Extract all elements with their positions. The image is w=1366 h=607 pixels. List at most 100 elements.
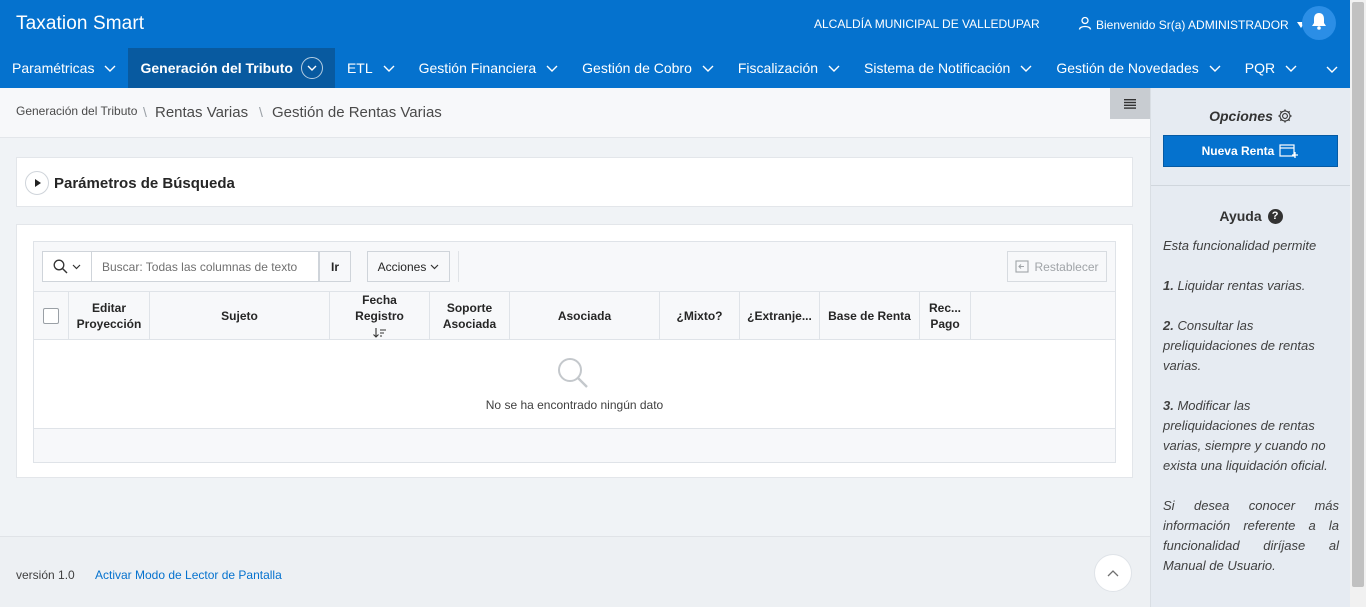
nav-item-generacion-tributo[interactable]: Generación del Tributo bbox=[128, 48, 335, 88]
nav-item-parametricas[interactable]: Paramétricas bbox=[0, 48, 128, 88]
nav-overflow-button[interactable] bbox=[1326, 62, 1338, 78]
sidebar-divider bbox=[1151, 185, 1351, 186]
reset-button[interactable]: Restablecer bbox=[1007, 251, 1107, 282]
chevron-down-icon bbox=[104, 65, 116, 72]
chevron-down-icon bbox=[1326, 66, 1338, 73]
search-parameters-region: Parámetros de Búsqueda bbox=[16, 157, 1133, 207]
breadcrumb: Generación del Tributo \ Rentas Varias \… bbox=[0, 88, 1150, 138]
help-item: 3. Modificar las preliquidaciones de ren… bbox=[1163, 396, 1339, 476]
notifications-button[interactable] bbox=[1302, 6, 1336, 40]
help-item-text: Liquidar rentas varias. bbox=[1177, 278, 1306, 293]
go-button[interactable]: Ir bbox=[319, 251, 351, 282]
interactive-report: Buscar: Todas las columnas de texto Ir A… bbox=[33, 241, 1116, 463]
nav-item-pqr[interactable]: PQR bbox=[1233, 48, 1309, 88]
help-item-text: Consultar las preliquidaciones de rentas… bbox=[1163, 318, 1315, 373]
reset-label: Restablecer bbox=[1034, 259, 1099, 274]
nav-item-gestion-financiera[interactable]: Gestión Financiera bbox=[407, 48, 571, 88]
help-text: Esta funcionalidad permite 1. Liquidar r… bbox=[1163, 236, 1339, 596]
chevron-down-icon bbox=[1209, 65, 1221, 72]
report-toolbar: Buscar: Todas las columnas de texto Ir A… bbox=[34, 242, 1115, 292]
column-header-sorted[interactable]: Fecha Registro bbox=[330, 292, 430, 340]
help-icon: ? bbox=[1267, 208, 1283, 224]
column-header[interactable]: ¿Extranje... bbox=[740, 292, 820, 340]
back-to-top-button[interactable] bbox=[1094, 554, 1132, 592]
nav-label: Paramétricas bbox=[12, 60, 95, 76]
chevron-down-icon bbox=[300, 57, 323, 79]
search-column-selector[interactable] bbox=[42, 251, 92, 282]
help-footer: Si desea conocer más información referen… bbox=[1163, 498, 1339, 573]
nav-item-sistema-notificacion[interactable]: Sistema de Notificación bbox=[852, 48, 1044, 88]
column-header[interactable]: Sujeto bbox=[150, 292, 330, 340]
chevron-down-icon bbox=[1285, 65, 1297, 72]
chevron-up-icon bbox=[1107, 570, 1119, 577]
nav-item-gestion-cobro[interactable]: Gestión de Cobro bbox=[570, 48, 726, 88]
help-title-label: Ayuda bbox=[1219, 208, 1262, 224]
select-all-checkbox[interactable] bbox=[43, 308, 59, 324]
nav-item-gestion-novedades[interactable]: Gestión de Novedades bbox=[1044, 48, 1232, 88]
page-title: Gestión de Rentas Varias bbox=[272, 104, 442, 121]
bell-icon bbox=[1311, 12, 1327, 35]
main-nav: Paramétricas Generación del Tributo ETL … bbox=[0, 48, 1366, 88]
app-title[interactable]: Taxation Smart bbox=[16, 13, 144, 35]
nav-label: Gestión Financiera bbox=[418, 60, 537, 76]
nav-label: Fiscalización bbox=[737, 60, 819, 76]
search-input[interactable]: Buscar: Todas las columnas de texto bbox=[92, 251, 319, 282]
user-menu[interactable]: Bienvenido Sr(a) ADMINISTRADOR bbox=[1078, 16, 1305, 33]
sort-descending-icon bbox=[372, 327, 386, 338]
chevron-down-icon bbox=[430, 264, 439, 270]
nav-label: PQR bbox=[1244, 60, 1276, 76]
sidebar-toggle-button[interactable] bbox=[1110, 88, 1150, 119]
help-item-text: Modificar las preliquidaciones de rentas… bbox=[1163, 398, 1328, 473]
new-renta-label: Nueva Renta bbox=[1201, 144, 1275, 158]
search-icon bbox=[558, 358, 588, 388]
app-header: Taxation Smart ALCALDÍA MUNICIPAL DE VAL… bbox=[0, 0, 1366, 48]
column-header[interactable]: Rec... Pago bbox=[920, 292, 971, 340]
nav-item-etl[interactable]: ETL bbox=[335, 48, 407, 88]
actions-label: Acciones bbox=[377, 259, 427, 274]
help-item: 1. Liquidar rentas varias. bbox=[1163, 276, 1339, 296]
nav-label: ETL bbox=[346, 60, 373, 76]
new-renta-button[interactable]: Nueva Renta bbox=[1163, 135, 1338, 167]
search-region-title[interactable]: Parámetros de Búsqueda bbox=[54, 175, 235, 192]
breadcrumb-item[interactable]: Generación del Tributo bbox=[16, 104, 137, 118]
nav-label: Gestión de Novedades bbox=[1056, 60, 1199, 76]
help-item: 2. Consultar las preliquidaciones de ren… bbox=[1163, 316, 1339, 376]
chevron-down-icon bbox=[828, 65, 840, 72]
column-header[interactable]: ¿Mixto? bbox=[660, 292, 740, 340]
user-icon bbox=[1078, 16, 1092, 33]
column-header[interactable]: Editar Proyección bbox=[69, 292, 150, 340]
breadcrumb-item[interactable]: Rentas Varias bbox=[155, 104, 248, 121]
nav-label: Generación del Tributo bbox=[140, 60, 293, 76]
hamburger-icon bbox=[1124, 98, 1136, 109]
chevron-down-icon bbox=[72, 264, 81, 270]
breadcrumb-separator: \ bbox=[143, 104, 147, 120]
toolbar-divider bbox=[458, 251, 459, 282]
breadcrumb-separator: \ bbox=[259, 104, 263, 120]
nav-item-fiscalizacion[interactable]: Fiscalización bbox=[726, 48, 852, 88]
actions-button[interactable]: Acciones bbox=[367, 251, 450, 282]
chevron-down-icon bbox=[1020, 65, 1032, 72]
chevron-down-icon bbox=[702, 65, 714, 72]
column-header[interactable]: Soporte Asociada bbox=[430, 292, 510, 340]
page-footer: versión 1.0 Activar Modo de Lector de Pa… bbox=[0, 536, 1150, 607]
report-region: Buscar: Todas las columnas de texto Ir A… bbox=[16, 224, 1133, 478]
nav-label: Sistema de Notificación bbox=[864, 60, 1011, 76]
municipality-label: ALCALDÍA MUNICIPAL DE VALLEDUPAR bbox=[814, 17, 1040, 31]
options-title-label: Opciones bbox=[1209, 108, 1273, 124]
nav-label: Gestión de Cobro bbox=[582, 60, 692, 76]
select-all-cell bbox=[34, 292, 69, 340]
column-header[interactable]: Asociada bbox=[510, 292, 660, 340]
add-window-icon bbox=[1279, 144, 1299, 158]
caret-right-icon bbox=[35, 179, 41, 187]
page-scrollbar[interactable] bbox=[1350, 0, 1366, 607]
screen-reader-link[interactable]: Activar Modo de Lector de Pantalla bbox=[95, 568, 282, 582]
table-header: Editar Proyección Sujeto Fecha Registro … bbox=[34, 291, 1115, 340]
reset-icon bbox=[1015, 260, 1030, 273]
help-title: Ayuda ? bbox=[1151, 208, 1351, 224]
chevron-down-icon bbox=[383, 65, 395, 72]
version-label: versión 1.0 bbox=[16, 568, 75, 582]
search-icon bbox=[53, 259, 68, 274]
expand-toggle-button[interactable] bbox=[25, 171, 49, 195]
column-header[interactable]: Base de Renta bbox=[820, 292, 920, 340]
scrollbar-thumb[interactable] bbox=[1352, 2, 1364, 587]
